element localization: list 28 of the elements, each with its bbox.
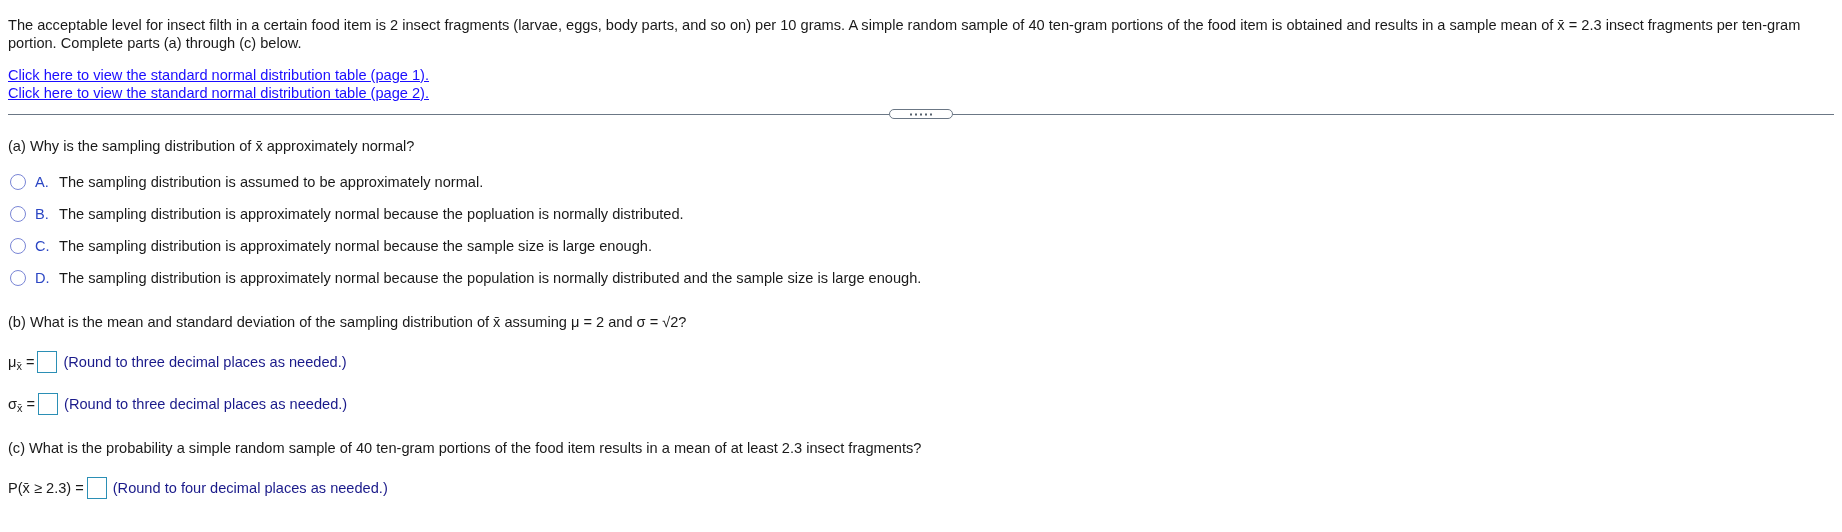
radio-button[interactable] — [10, 206, 26, 222]
option-letter: C. — [35, 237, 51, 255]
radio-button[interactable] — [10, 174, 26, 190]
option-letter: A. — [35, 173, 50, 191]
answer-box[interactable] — [37, 351, 58, 373]
table-link[interactable]: Click here to view the standard normal distribution table (page 1). — [8, 66, 429, 84]
hint-text: (Round to three decimal places as needed.) — [64, 395, 348, 413]
radio-button[interactable] — [10, 238, 26, 254]
option-letter: D. — [35, 269, 51, 287]
radio-button[interactable] — [10, 270, 26, 286]
question-text: (a) Why is the sampling distribution of x̄ approximately normal? — [8, 137, 416, 155]
table-link[interactable]: Click here to view the standard normal distribution table (page 2). — [8, 84, 429, 102]
answer-label: μ$_{x̄}$ = — [8, 353, 35, 371]
option-text: The sampling distribution is approximately normal because the population is normally distributed and the sample size is large enough. — [59, 269, 922, 287]
hint-text: (Round to four decimal places as needed.) — [112, 479, 388, 497]
answer-box[interactable] — [38, 393, 59, 415]
question-text: (c) What is the probability a simple random sample of 40 ten-gram portions of the food item results in a mean of at least 2.3 insect fragments? — [8, 439, 923, 457]
expand-handle[interactable] — [889, 109, 953, 119]
option-text: The sampling distribution is approximately normal because the sample size is large enough. — [59, 237, 652, 255]
option-text: The sampling distribution is assumed to be approximately normal. — [59, 173, 484, 191]
answer-label: P(x̄ ≥ 2.3) = — [8, 479, 84, 497]
option-letter: B. — [35, 205, 50, 223]
option-text: The sampling distribution is approximately normal because the popluation is normally distributed. — [59, 205, 684, 223]
hint-text: (Round to three decimal places as needed.) — [63, 353, 347, 371]
problem-text: The acceptable level for insect filth in a certain food item is 2 insect fragments (larvae, eggs, body parts, and so on) per 10 grams. A simple random sample of 40 ten-gram portions of the food item is obtained and results in a sample mean of x̄ = 2.3 insect fragments per ten-gram portion. Complete parts (a) through (c) below. — [8, 16, 1802, 52]
question-text: (b) What is the mean and standard deviation of the sampling distribution of x̄ assuming μ = 2 and σ = √2? — [8, 313, 688, 331]
answer-box[interactable] — [86, 477, 107, 499]
answer-label: σ$_{x̄}$ = — [8, 395, 36, 413]
